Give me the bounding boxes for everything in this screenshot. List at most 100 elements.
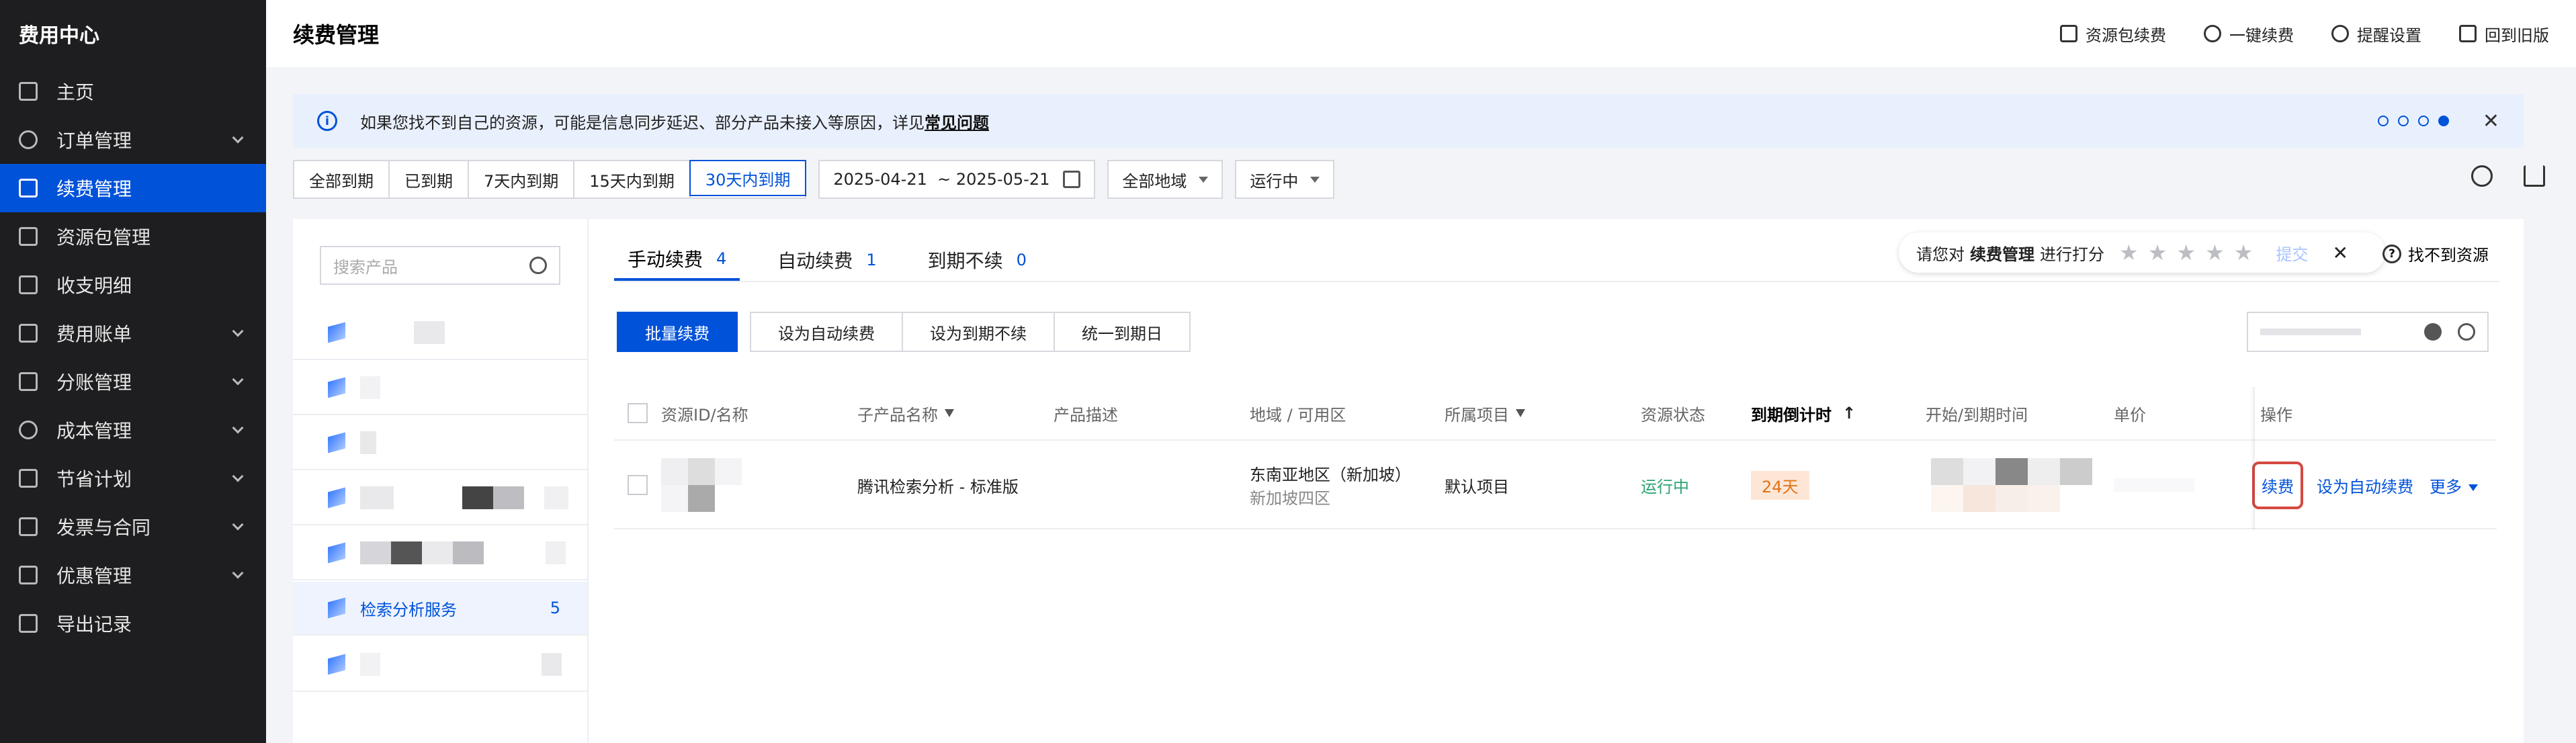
col-subproduct[interactable]: 子产品名称 (857, 387, 954, 439)
package-renew-link[interactable]: 资源包续费 (2060, 22, 2166, 46)
product-item[interactable] (293, 361, 587, 415)
product-item[interactable] (293, 472, 587, 525)
period-7-days[interactable]: 7天内到期 (469, 161, 575, 198)
not-found-resource-link[interactable]: ? 找不到资源 (2382, 242, 2489, 265)
close-icon[interactable]: ✕ (2483, 110, 2499, 133)
refresh-icon[interactable] (2471, 165, 2493, 187)
caret-down-icon (1199, 176, 1209, 183)
carousel-dot[interactable] (2377, 116, 2389, 126)
operations-cell: 续费 设为自动续费 更多 (2252, 442, 2494, 528)
caret-down-icon (2468, 484, 2478, 491)
sidebar-item-bills[interactable]: 费用账单 (0, 309, 266, 357)
filter-icon[interactable] (1516, 409, 1525, 417)
tab-no-renew[interactable]: 到期不续 0 (914, 239, 1040, 281)
product-item[interactable] (293, 417, 587, 470)
sidebar: 费用中心 主页 订单管理 续费管理 资源包管理 收支明细 费用账单 分账管理 成… (0, 0, 266, 743)
action-buttons: 批量续费 设为自动续费 设为到期不续 统一到期日 (617, 312, 1191, 352)
sidebar-item-coupon[interactable]: 优惠管理 (0, 551, 266, 599)
download-icon[interactable] (2524, 165, 2545, 187)
back-to-old-version-link[interactable]: 回到旧版 (2459, 22, 2549, 46)
one-click-renew-link[interactable]: 一键续费 (2204, 22, 2294, 46)
carousel-dot[interactable] (2397, 116, 2409, 126)
rating-widget: 请您对 续费管理 进行打分 ★★★★★ 提交 ✕ (1899, 232, 2385, 273)
fixed-column-shadow (2251, 387, 2255, 529)
sidebar-item-cost[interactable]: 成本管理 (0, 406, 266, 454)
row-checkbox[interactable] (628, 475, 648, 495)
unify-expiry-button[interactable]: 统一到期日 (1055, 313, 1189, 351)
clear-icon[interactable] (2424, 323, 2442, 341)
star-rating[interactable]: ★★★★★ (2119, 240, 2262, 265)
time-redacted (1931, 442, 2092, 528)
tab-manual-renew[interactable]: 手动续费 4 (614, 239, 740, 281)
more-link[interactable]: 更多 (2430, 474, 2478, 497)
close-icon[interactable]: ✕ (2332, 242, 2348, 264)
pie-icon (19, 421, 38, 439)
resource-search-input[interactable] (2247, 312, 2489, 352)
sidebar-item-savings[interactable]: 节省计划 (0, 454, 266, 502)
region-cell: 东南亚地区（新加坡） 新加坡四区 (1250, 442, 1411, 528)
chevron-down-icon (232, 567, 244, 579)
set-no-renew-button[interactable]: 设为到期不续 (903, 313, 1055, 351)
order-icon (19, 130, 38, 149)
select-all-checkbox[interactable] (628, 403, 648, 423)
sidebar-item-orders[interactable]: 订单管理 (0, 116, 266, 164)
search-icon[interactable] (2458, 323, 2475, 341)
period-15-days[interactable]: 15天内到期 (574, 161, 691, 198)
sidebar-item-export[interactable]: 导出记录 (0, 599, 266, 648)
period-30-days[interactable]: 30天内到期 (689, 160, 807, 196)
bill-icon (19, 324, 38, 343)
sidebar-item-invoice[interactable]: 发票与合同 (0, 502, 266, 551)
col-countdown[interactable]: 到期倒计时 ↑ (1751, 387, 1856, 439)
tab-auto-renew[interactable]: 自动续费 1 (764, 239, 890, 281)
carousel-dot[interactable] (2417, 116, 2429, 126)
col-project[interactable]: 所属项目 (1445, 387, 1525, 439)
product-item[interactable] (293, 306, 587, 360)
set-auto-renew-button[interactable]: 设为自动续费 (751, 313, 903, 351)
sidebar-item-packages[interactable]: 资源包管理 (0, 212, 266, 261)
renew-link[interactable]: 续费 (2252, 461, 2303, 509)
col-operations: 操作 (2260, 405, 2292, 425)
product-search-input[interactable]: 搜索产品 (320, 246, 560, 285)
status-select[interactable]: 运行中 (1235, 160, 1335, 199)
sidebar-item-ledger[interactable]: 收支明细 (0, 261, 266, 309)
sort-asc-icon[interactable]: ↑ (1842, 404, 1856, 423)
faq-link[interactable]: 常见问题 (925, 114, 989, 132)
sidebar-item-home[interactable]: 主页 (0, 67, 266, 116)
set-auto-renew-link[interactable]: 设为自动续费 (2317, 474, 2413, 497)
period-expired[interactable]: 已到期 (390, 161, 469, 198)
resource-id-redacted[interactable] (661, 442, 769, 528)
date-range-picker[interactable]: 2025-04-21 ~ 2025-05-21 (818, 160, 1096, 199)
page-header: 续费管理 资源包续费 一键续费 提醒设置 回到旧版 (266, 0, 2576, 67)
carousel-dots (2377, 116, 2449, 126)
sidebar-item-split[interactable]: 分账管理 (0, 357, 266, 406)
batch-renew-button[interactable]: 批量续费 (617, 312, 738, 352)
product-item-active[interactable]: 检索分析服务 5 (293, 582, 587, 636)
region-select[interactable]: 全部地域 (1107, 160, 1223, 199)
sidebar-item-renew[interactable]: 续费管理 (0, 164, 266, 212)
product-cube-icon (328, 432, 345, 453)
product-cube-icon (328, 654, 345, 675)
period-all[interactable]: 全部到期 (294, 161, 390, 198)
rating-submit-button[interactable]: 提交 (2276, 241, 2308, 265)
calendar-icon (1063, 171, 1081, 188)
product-item[interactable] (293, 527, 587, 580)
project-name: 默认项目 (1445, 477, 1509, 496)
main-card: 搜索产品 检索分析服务 5 手动续费 4 自动续费 1 到期不续 0 请您对 续费管理 进行… (293, 219, 2524, 743)
tab-divider (614, 281, 2499, 282)
package-icon (19, 227, 38, 246)
carousel-dot-active[interactable] (2438, 116, 2449, 126)
renew-tabs: 手动续费 4 自动续费 1 到期不续 0 (614, 239, 1064, 281)
chevron-down-icon (232, 422, 244, 434)
col-time: 开始/到期时间 (1926, 405, 2028, 425)
chevron-down-icon (232, 132, 244, 144)
price-redacted (2114, 442, 2194, 528)
product-list: 搜索产品 检索分析服务 5 (293, 219, 589, 743)
coupon-icon (19, 566, 38, 584)
search-icon[interactable] (529, 257, 547, 274)
help-icon: ? (2382, 244, 2401, 263)
switch-icon (2459, 25, 2477, 42)
product-item[interactable] (293, 638, 587, 692)
reminder-settings-link[interactable]: 提醒设置 (2331, 22, 2421, 46)
filter-icon[interactable] (945, 409, 954, 417)
countdown-badge: 24天 (1751, 470, 1809, 500)
